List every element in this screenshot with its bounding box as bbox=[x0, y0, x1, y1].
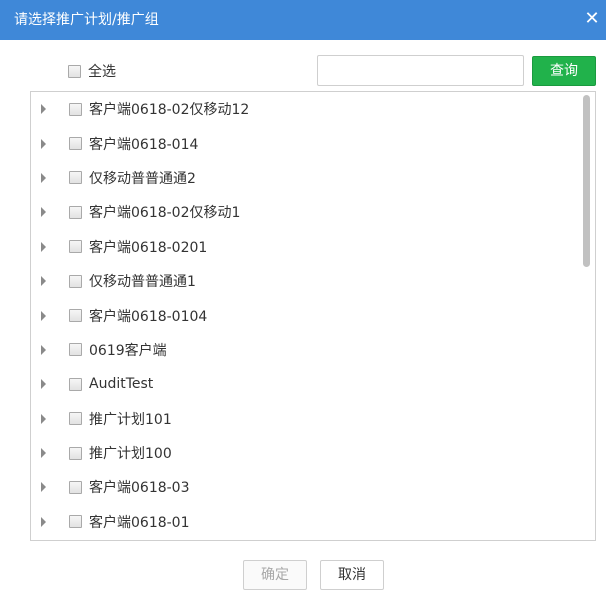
tree-item-label: AuditTest bbox=[89, 376, 154, 393]
tree-item[interactable]: 客户端0618-0201 bbox=[31, 230, 579, 264]
item-checkbox[interactable] bbox=[69, 446, 82, 460]
expand-arrow-icon[interactable] bbox=[41, 379, 46, 390]
item-checkbox[interactable] bbox=[69, 137, 82, 151]
tree-item-label: 客户端0618-0201 bbox=[89, 239, 208, 256]
expand-arrow-icon[interactable] bbox=[41, 516, 46, 527]
expand-arrow-icon[interactable] bbox=[41, 310, 46, 321]
select-all-checkbox[interactable]: 全选 bbox=[68, 62, 116, 80]
item-checkbox[interactable] bbox=[69, 102, 82, 116]
item-checkbox[interactable] bbox=[69, 377, 82, 391]
expand-arrow-icon[interactable] bbox=[41, 448, 46, 459]
dialog-titlebar: 请选择推广计划/推广组 ✕ bbox=[0, 0, 606, 40]
tree-item-label: 仅移动普普通通1 bbox=[89, 274, 196, 291]
item-checkbox[interactable] bbox=[69, 274, 82, 288]
tree-item[interactable]: AuditTest bbox=[31, 367, 579, 401]
item-checkbox[interactable] bbox=[69, 309, 82, 323]
tree-item-label: 客户端0618-014 bbox=[89, 136, 199, 153]
scrollbar-thumb[interactable] bbox=[583, 95, 590, 267]
tree-item-label: 推广计划101 bbox=[89, 411, 172, 428]
item-checkbox[interactable] bbox=[69, 171, 82, 185]
item-checkbox[interactable] bbox=[69, 480, 82, 494]
tree-item-label: 客户端0618-02仅移动1 bbox=[89, 205, 241, 222]
tree-item-label: 客户端0618-02仅移动12 bbox=[89, 102, 250, 119]
expand-arrow-icon[interactable] bbox=[41, 413, 46, 424]
tree-item[interactable]: 推广计划101 bbox=[31, 402, 579, 436]
tree-item[interactable]: 客户端0618-0104 bbox=[31, 298, 579, 332]
expand-arrow-icon[interactable] bbox=[41, 482, 46, 493]
item-checkbox[interactable] bbox=[69, 515, 82, 529]
tree-item[interactable]: 0619客户端 bbox=[31, 333, 579, 367]
select-all-checkbox-box[interactable] bbox=[68, 64, 81, 78]
select-all-label: 全选 bbox=[88, 64, 116, 80]
search-input[interactable] bbox=[317, 55, 524, 86]
tree-item-label: 0619客户端 bbox=[89, 342, 167, 359]
item-checkbox[interactable] bbox=[69, 412, 82, 426]
expand-arrow-icon[interactable] bbox=[41, 276, 46, 287]
tree-item[interactable]: 推广计划100 bbox=[31, 436, 579, 470]
select-plan-dialog: 请选择推广计划/推广组 ✕ 全选 查询 客户端0618-02仅移动12 客户端0… bbox=[0, 0, 606, 607]
tree-list: 客户端0618-02仅移动12 客户端0618-014 仅移动普普通通2 客户端… bbox=[31, 92, 579, 539]
query-button[interactable]: 查询 bbox=[532, 56, 596, 86]
tree-item[interactable]: 仅移动普普通通1 bbox=[31, 264, 579, 298]
tree-item-label: 客户端0618-01 bbox=[89, 514, 190, 531]
tree-item-label: 仅移动普普通通2 bbox=[89, 170, 196, 187]
dialog-title: 请选择推广计划/推广组 bbox=[14, 12, 159, 28]
tree-item[interactable]: 客户端0618-03 bbox=[31, 470, 579, 504]
item-checkbox[interactable] bbox=[69, 240, 82, 254]
item-checkbox[interactable] bbox=[69, 205, 82, 219]
expand-arrow-icon[interactable] bbox=[41, 138, 46, 149]
tree-item[interactable]: 客户端0618-014 bbox=[31, 126, 579, 160]
expand-arrow-icon[interactable] bbox=[41, 207, 46, 218]
tree-item[interactable]: 仅移动普普通通2 bbox=[31, 161, 579, 195]
plan-tree: 客户端0618-02仅移动12 客户端0618-014 仅移动普普通通2 客户端… bbox=[30, 91, 596, 541]
tree-item-label: 推广计划100 bbox=[89, 446, 172, 463]
item-checkbox[interactable] bbox=[69, 343, 82, 357]
tree-item[interactable]: 客户端0618-01 bbox=[31, 505, 579, 539]
expand-arrow-icon[interactable] bbox=[41, 172, 46, 183]
confirm-button[interactable]: 确定 bbox=[243, 560, 307, 590]
close-icon[interactable]: ✕ bbox=[580, 8, 604, 32]
tree-item[interactable]: 客户端0618-02仅移动1 bbox=[31, 195, 579, 229]
cancel-button[interactable]: 取消 bbox=[320, 560, 384, 590]
expand-arrow-icon[interactable] bbox=[41, 241, 46, 252]
expand-arrow-icon[interactable] bbox=[41, 344, 46, 355]
vertical-scrollbar[interactable] bbox=[578, 93, 594, 539]
tree-item-label: 客户端0618-0104 bbox=[89, 308, 208, 325]
tree-item-label: 客户端0618-03 bbox=[89, 480, 190, 497]
expand-arrow-icon[interactable] bbox=[41, 104, 46, 115]
tree-item[interactable]: 客户端0618-02仅移动12 bbox=[31, 92, 579, 126]
